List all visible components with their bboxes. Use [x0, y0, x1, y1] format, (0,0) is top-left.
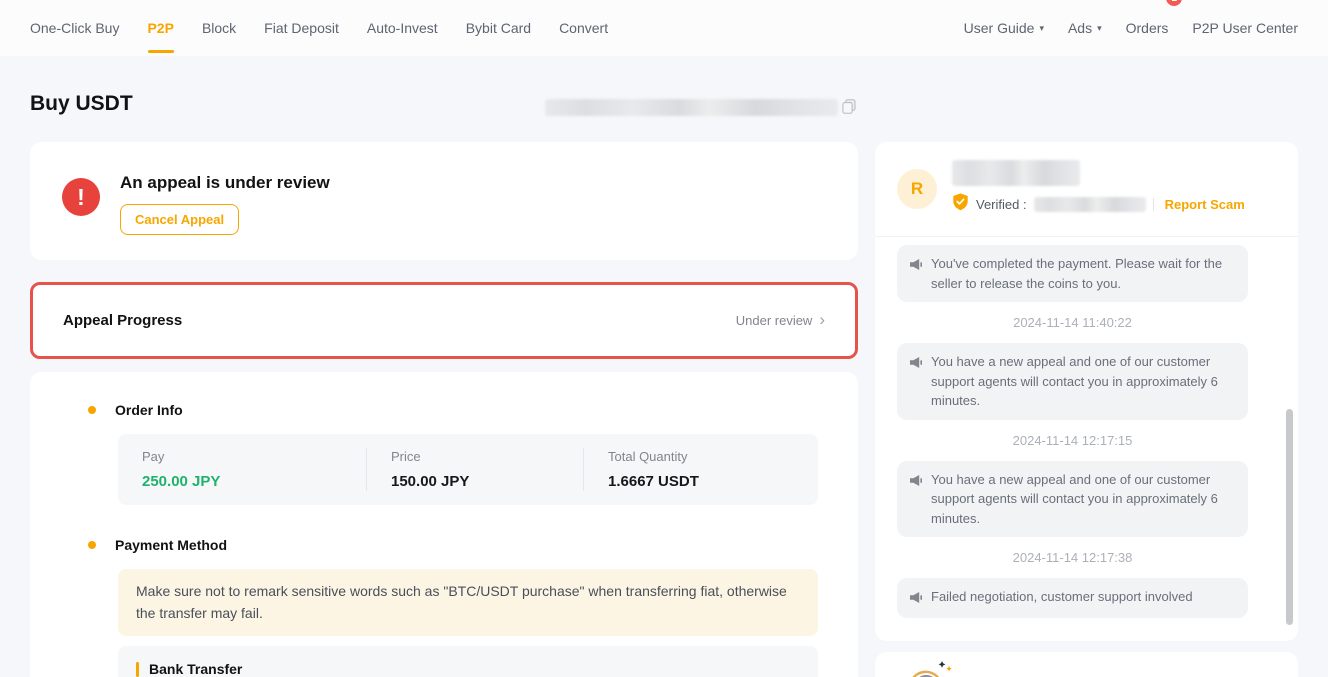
megaphone-icon	[909, 258, 923, 293]
message-text: You have a new appeal and one of our cus…	[931, 470, 1236, 529]
verified-shield-icon	[952, 193, 969, 216]
user-guide-label: User Guide	[964, 20, 1035, 36]
megaphone-icon	[909, 356, 923, 411]
message-text: Failed negotiation, customer support inv…	[931, 587, 1193, 609]
order-number-redacted	[545, 99, 838, 116]
pay-value: 250.00 JPY	[142, 473, 342, 490]
appeal-banner-title: An appeal is under review	[120, 173, 330, 193]
nav-item-orders[interactable]: Orders 2	[1126, 0, 1169, 56]
order-quantity-column: Total Quantity 1.6667 USDT	[583, 448, 818, 491]
nav-item-bybit-card[interactable]: Bybit Card	[466, 0, 531, 56]
payment-method-section-head: Payment Method	[30, 537, 858, 553]
caret-down-icon: ▾	[1039, 23, 1044, 34]
pay-label: Pay	[142, 449, 342, 464]
nav-item-block[interactable]: Block	[202, 0, 236, 56]
order-details-card: Order Info Pay 250.00 JPY Price 150.00 J…	[30, 372, 858, 677]
total-quantity-label: Total Quantity	[608, 449, 794, 464]
counterparty-name-redacted	[952, 160, 1080, 186]
order-pay-column: Pay 250.00 JPY	[118, 448, 366, 491]
chat-footer-card	[875, 652, 1298, 677]
order-summary-box: Pay 250.00 JPY Price 150.00 JPY Total Qu…	[118, 434, 818, 505]
payment-warning-box: Make sure not to remark sensitive words …	[118, 569, 818, 636]
appeal-progress-row[interactable]: Appeal Progress Under review ›	[30, 282, 858, 359]
chat-scrollbar-thumb[interactable]	[1286, 409, 1293, 625]
verified-label: Verified :	[976, 197, 1027, 212]
chat-panel: R Verified : Report Scam	[875, 142, 1298, 641]
price-value: 150.00 JPY	[391, 473, 559, 490]
chat-timestamp: 2024-11-14 12:17:15	[897, 433, 1248, 448]
chat-system-message: You have a new appeal and one of our cus…	[897, 461, 1248, 538]
appeal-status-text: Under review	[736, 313, 813, 328]
chat-message-list: You've completed the payment. Please wai…	[875, 237, 1298, 626]
megaphone-icon	[909, 474, 923, 529]
message-text: You have a new appeal and one of our cus…	[931, 352, 1236, 411]
appeal-banner-card: ! An appeal is under review Cancel Appea…	[30, 142, 858, 260]
copy-icon[interactable]	[842, 99, 856, 119]
chat-system-message: You've completed the payment. Please wai…	[897, 245, 1248, 302]
alert-exclamation-icon: !	[62, 178, 100, 216]
order-price-column: Price 150.00 JPY	[366, 448, 583, 491]
bank-transfer-label: Bank Transfer	[149, 661, 242, 677]
nav-item-p2p[interactable]: P2P	[147, 0, 173, 56]
chat-header: R Verified : Report Scam	[875, 142, 1298, 237]
nav-item-one-click-buy[interactable]: One-Click Buy	[30, 0, 119, 56]
nav-item-auto-invest[interactable]: Auto-Invest	[367, 0, 438, 56]
price-label: Price	[391, 449, 559, 464]
order-info-section-head: Order Info	[30, 402, 858, 418]
nav-item-fiat-deposit[interactable]: Fiat Deposit	[264, 0, 339, 56]
order-info-title: Order Info	[115, 402, 183, 418]
nav-item-convert[interactable]: Convert	[559, 0, 608, 56]
megaphone-icon	[909, 591, 923, 609]
nav-left: One-Click Buy P2P Block Fiat Deposit Aut…	[30, 0, 608, 56]
appeal-progress-status: Under review ›	[736, 313, 825, 328]
divider	[1153, 198, 1154, 211]
chat-timestamp: 2024-11-14 12:17:38	[897, 550, 1248, 565]
counterparty-avatar: R	[897, 169, 937, 209]
appeal-progress-label: Appeal Progress	[63, 312, 182, 329]
total-quantity-value: 1.6667 USDT	[608, 473, 794, 490]
nav-item-p2p-user-center[interactable]: P2P User Center	[1192, 0, 1298, 56]
chevron-right-icon: ›	[819, 311, 825, 328]
chat-timestamp: 2024-11-14 11:40:22	[897, 315, 1248, 330]
verified-value-redacted	[1034, 197, 1146, 212]
bullet-dot-icon	[88, 406, 96, 414]
bullet-dot-icon	[88, 541, 96, 549]
emoji-sparkle-icon	[905, 672, 957, 677]
bank-transfer-box: Bank Transfer	[118, 646, 818, 677]
title-row: Buy USDT	[30, 92, 1298, 120]
report-scam-link[interactable]: Report Scam	[1165, 197, 1245, 212]
nav-item-user-guide[interactable]: User Guide ▾	[964, 0, 1044, 56]
nav-item-ads[interactable]: Ads ▾	[1068, 0, 1102, 56]
orders-label: Orders	[1126, 20, 1169, 36]
chat-system-message: Failed negotiation, customer support inv…	[897, 578, 1248, 618]
cancel-appeal-button[interactable]: Cancel Appeal	[120, 204, 239, 235]
orders-count-badge: 2	[1166, 0, 1182, 6]
ads-label: Ads	[1068, 20, 1092, 36]
page-content: Buy USDT ! An appeal is under review Can…	[0, 92, 1328, 677]
chat-system-message: You have a new appeal and one of our cus…	[897, 343, 1248, 420]
top-nav: One-Click Buy P2P Block Fiat Deposit Aut…	[0, 0, 1328, 56]
accent-bar-icon	[136, 662, 139, 677]
nav-right: User Guide ▾ Ads ▾ Orders 2 P2P User Cen…	[964, 0, 1298, 56]
payment-method-title: Payment Method	[115, 537, 227, 553]
caret-down-icon: ▾	[1097, 23, 1102, 34]
message-text: You've completed the payment. Please wai…	[931, 254, 1236, 293]
